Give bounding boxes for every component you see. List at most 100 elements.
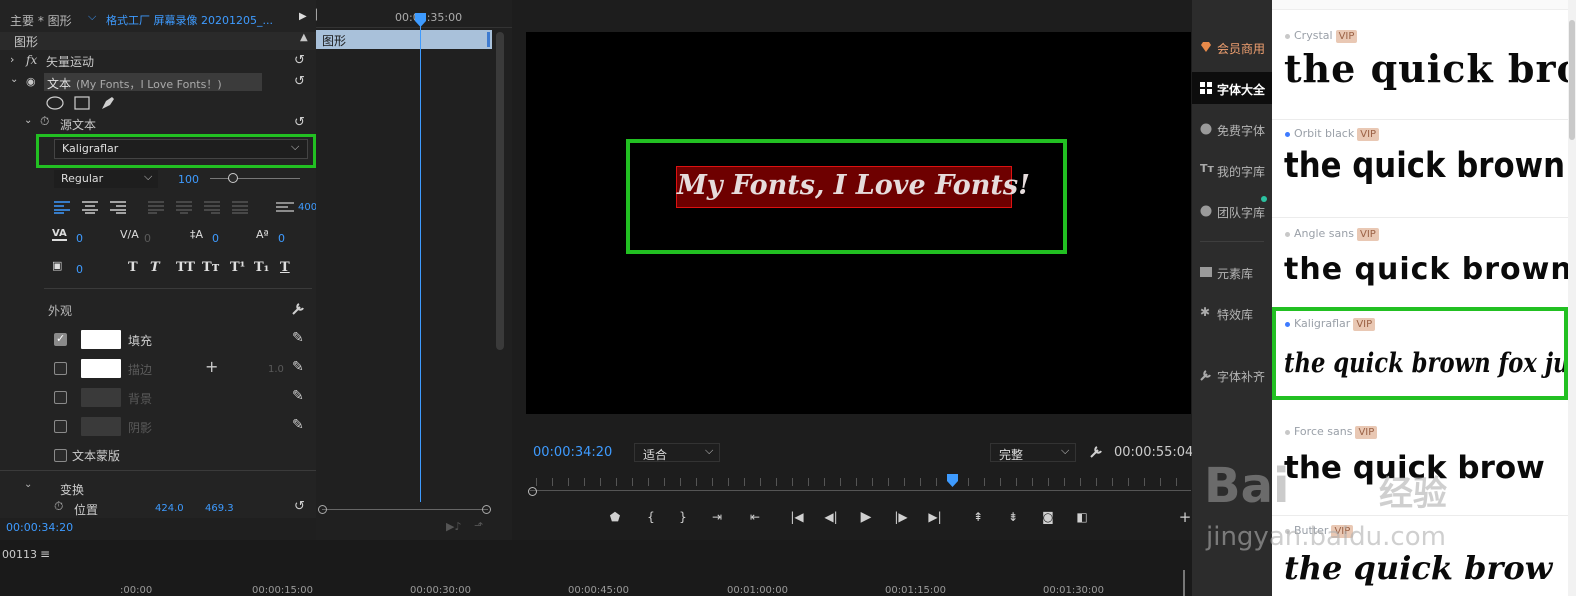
justify-all-icon[interactable] bbox=[232, 200, 248, 214]
step-forward-icon[interactable]: |▶ bbox=[892, 508, 910, 526]
mark-in-icon[interactable]: { bbox=[642, 508, 660, 526]
font-list-scrollbar[interactable] bbox=[1568, 0, 1576, 596]
position-x-value[interactable]: 424.0 bbox=[155, 503, 184, 514]
pen-tool-icon[interactable] bbox=[100, 95, 116, 111]
baseline-value[interactable]: 0 bbox=[278, 232, 285, 245]
extract-icon[interactable]: ⇟ bbox=[1004, 508, 1022, 526]
align-left-icon[interactable] bbox=[54, 200, 70, 214]
collapse-chevron-icon[interactable]: ⌄ bbox=[24, 115, 32, 126]
eyedropper-icon[interactable]: ✎ bbox=[292, 388, 304, 404]
leading-icon[interactable]: ‡A bbox=[190, 228, 203, 241]
align-right-icon[interactable] bbox=[110, 200, 126, 214]
baseline-shift-icon[interactable]: Aª bbox=[256, 228, 269, 241]
font-family-dropdown[interactable]: Kaligraflar ⌵ bbox=[54, 139, 308, 159]
text-mask-checkbox[interactable] bbox=[54, 449, 67, 462]
sidebar-item-all-fonts[interactable]: 字体大全 bbox=[1192, 72, 1272, 104]
font-card-angle-sans[interactable]: Angle sans VIP the quick brown bbox=[1272, 220, 1568, 318]
align-center-icon[interactable] bbox=[82, 200, 98, 214]
sidebar-item-vip[interactable]: 会员商用 bbox=[1192, 32, 1272, 62]
faux-italic-icon[interactable]: T bbox=[150, 260, 160, 275]
justify-right-icon[interactable] bbox=[204, 200, 220, 214]
play-audio-icon[interactable]: ▶♪ bbox=[446, 520, 461, 533]
sidebar-item-my-fonts[interactable]: Tт 我的字库 bbox=[1192, 155, 1272, 185]
sidebar-item-effects[interactable]: ✱ 特效库 bbox=[1192, 298, 1272, 328]
eyedropper-icon[interactable]: ✎ bbox=[292, 417, 304, 433]
monitor-playhead[interactable] bbox=[947, 474, 958, 487]
quality-dropdown[interactable]: 完整 ⌵ bbox=[990, 443, 1076, 462]
font-style-dropdown[interactable]: Regular ⌵ bbox=[54, 170, 158, 188]
text-bounding-box[interactable]: My Fonts, I Love Fonts! bbox=[676, 166, 1030, 208]
superscript-icon[interactable]: T¹ bbox=[230, 260, 245, 275]
tab-width-icon[interactable] bbox=[276, 200, 294, 214]
collapse-chevron-icon[interactable]: ⌄ bbox=[24, 479, 32, 490]
add-marker-icon[interactable]: ⬟ bbox=[606, 508, 624, 526]
source-text-row[interactable]: ⌄ ⏱ 源文本 ↺ bbox=[0, 114, 316, 132]
faux-bold-icon[interactable]: T bbox=[128, 260, 138, 275]
scrub-in-handle[interactable] bbox=[528, 487, 537, 496]
zoom-handle-right[interactable] bbox=[482, 505, 491, 514]
collapse-up-icon[interactable]: ▲ bbox=[300, 32, 308, 43]
justify-left-icon[interactable] bbox=[148, 200, 164, 214]
reset-icon[interactable]: ↺ bbox=[294, 500, 308, 514]
font-card-orbit-black[interactable]: Orbit black VIP the quick brown f bbox=[1272, 120, 1568, 218]
eyedropper-icon[interactable]: ✎ bbox=[292, 359, 304, 375]
lift-icon[interactable]: ⇞ bbox=[969, 508, 987, 526]
shadow-color-swatch[interactable] bbox=[81, 417, 121, 436]
play-icon[interactable]: ▶ bbox=[857, 508, 875, 526]
reset-icon[interactable]: ↺ bbox=[294, 75, 308, 89]
text-layer-row[interactable]: ⌄ ◉ 文本 (My Fonts，I Love Fonts！) ↺ bbox=[0, 73, 316, 92]
sidebar-item-free-fonts[interactable]: 免费字体 bbox=[1192, 114, 1272, 144]
background-color-swatch[interactable] bbox=[81, 388, 121, 407]
eye-icon[interactable]: ◉ bbox=[26, 75, 36, 88]
step-back-to-in-icon[interactable]: |◀ bbox=[788, 508, 806, 526]
sidebar-item-team-fonts[interactable]: 团队字库 bbox=[1192, 196, 1272, 226]
kerning-value[interactable]: 0 bbox=[76, 232, 83, 245]
font-size-value[interactable]: 100 bbox=[178, 173, 199, 186]
graphic-clip[interactable]: 图形 bbox=[316, 30, 492, 49]
slider-handle[interactable] bbox=[228, 173, 238, 183]
tab-main[interactable]: 主要 * 图形 bbox=[10, 12, 72, 29]
export-icon[interactable]: ⬏ bbox=[474, 519, 483, 532]
add-stroke-icon[interactable]: + bbox=[205, 357, 218, 376]
small-caps-icon[interactable]: Tт bbox=[202, 260, 220, 275]
play-right-icon[interactable]: ▶ bbox=[299, 11, 307, 22]
tsume-icon[interactable]: ▣ bbox=[52, 259, 62, 272]
monitor-timecode[interactable]: 00:00:34:20 bbox=[533, 445, 612, 460]
all-caps-icon[interactable]: TT bbox=[176, 260, 195, 275]
vector-motion-row[interactable]: › fx 矢量运动 ↺ bbox=[0, 52, 316, 70]
underline-icon[interactable]: T bbox=[280, 260, 290, 275]
mark-out-icon[interactable]: } bbox=[674, 508, 692, 526]
vertical-scrollbar[interactable] bbox=[496, 32, 504, 350]
playhead-marker[interactable] bbox=[415, 13, 426, 27]
position-y-value[interactable]: 469.3 bbox=[205, 503, 234, 514]
video-frame[interactable]: My Fonts, I Love Fonts! bbox=[526, 32, 1191, 414]
fit-dropdown[interactable]: 适合 ⌵ bbox=[634, 443, 720, 462]
sidebar-item-elements[interactable]: 元素库 bbox=[1192, 257, 1272, 287]
shadow-checkbox[interactable] bbox=[54, 420, 67, 433]
zoom-handle-left[interactable] bbox=[318, 505, 327, 514]
background-checkbox[interactable] bbox=[54, 391, 67, 404]
leading-value[interactable]: 0 bbox=[212, 232, 219, 245]
reset-icon[interactable]: ↺ bbox=[294, 54, 308, 68]
tsume-value[interactable]: 0 bbox=[76, 263, 83, 276]
eyedropper-icon[interactable]: ✎ bbox=[292, 330, 304, 346]
zoom-scrollbar[interactable] bbox=[322, 509, 488, 510]
kerning-icon[interactable]: VA bbox=[52, 228, 67, 241]
expand-chevron-icon[interactable]: › bbox=[10, 53, 14, 66]
subscript-icon[interactable]: T₁ bbox=[254, 260, 269, 275]
step-to-out-icon[interactable]: ▶| bbox=[926, 508, 944, 526]
step-back-icon[interactable]: ◀| bbox=[822, 508, 840, 526]
rectangle-tool-icon[interactable] bbox=[74, 96, 90, 110]
stroke-color-swatch[interactable] bbox=[81, 359, 121, 378]
wrench-icon[interactable] bbox=[290, 301, 306, 317]
compare-icon[interactable]: ◧ bbox=[1073, 508, 1091, 526]
stroke-checkbox[interactable] bbox=[54, 362, 67, 375]
go-to-out-icon[interactable]: ⇤ bbox=[746, 508, 764, 526]
stopwatch-icon[interactable]: ⏱ bbox=[54, 499, 63, 514]
reset-icon[interactable]: ↺ bbox=[294, 116, 308, 130]
sidebar-item-font-complete[interactable]: 字体补齐 bbox=[1192, 360, 1272, 390]
fill-checkbox[interactable]: ✓ bbox=[54, 332, 67, 346]
ellipse-tool-icon[interactable] bbox=[46, 96, 64, 110]
sequence-name[interactable]: 00113 bbox=[2, 548, 37, 561]
font-size-slider[interactable] bbox=[210, 178, 300, 179]
